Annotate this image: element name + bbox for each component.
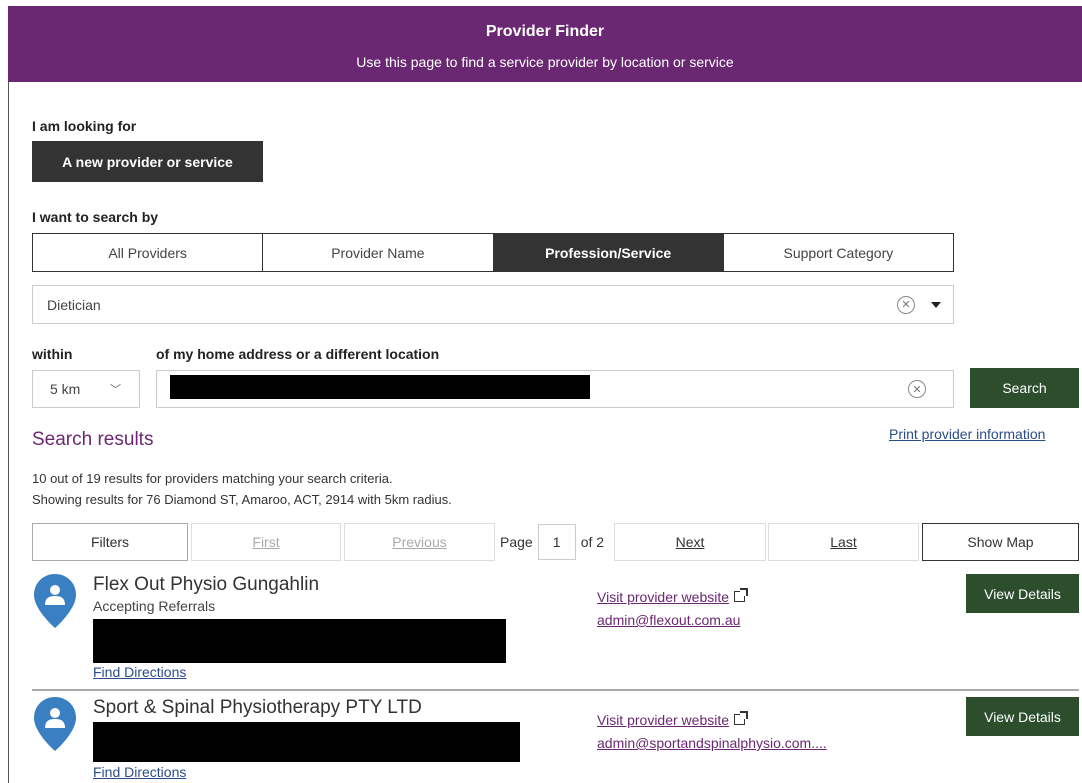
external-link-icon [734,711,749,725]
previous-page-button[interactable]: Previous [344,523,495,561]
referral-status: Accepting Referrals [93,598,216,614]
search-results-heading: Search results [32,429,154,450]
within-label: within [32,346,73,362]
provider-website-link[interactable]: Visit provider website [597,711,749,728]
pagination-bar: Filters First Previous Page 1 of 2 Next … [32,523,1079,561]
page-header: Provider Finder Use this page to find a … [8,6,1082,82]
tab-profession-service[interactable]: Profession/Service [493,234,724,271]
map-pin-person-icon [34,574,76,628]
caret-down-icon[interactable] [931,301,941,308]
provider-email-link[interactable]: admin@flexout.com.au [597,612,740,628]
results-location-summary: Showing results for 76 Diamond ST, Amaro… [32,492,452,507]
provider-email-link[interactable]: admin@sportandspinalphysio.com.... [597,735,827,751]
page-subtitle: Use this page to find a service provider… [356,54,734,70]
external-link-icon [734,588,749,602]
page-title: Provider Finder [485,23,605,40]
page-label: Page [500,534,533,550]
next-page-button[interactable]: Next [614,523,766,561]
chevron-down-icon: ﹀ [110,384,121,396]
find-directions-link[interactable]: Find Directions [93,664,186,680]
result-item: Sport & Spinal Physiotherapy PTY LTD Fin… [32,693,1079,782]
page-number-input[interactable]: 1 [537,524,576,560]
search-by-tabs: All Providers Provider Name Profession/S… [32,233,954,272]
service-select[interactable]: Dietician ✕ [32,285,954,324]
map-pin-person-icon [34,697,76,751]
first-page-button[interactable]: First [191,523,341,561]
website-link-text: Visit provider website [597,589,730,605]
distance-value: 5 km [50,381,81,397]
provider-name: Sport & Spinal Physiotherapy PTY LTD [93,697,422,718]
page-indicator: Page 1 of 2 [500,523,604,561]
result-divider [32,689,1079,691]
clear-icon[interactable]: ✕ [897,295,915,314]
location-label: of my home address or a different locati… [156,346,440,362]
page-total: of 2 [580,534,605,550]
result-item: Flex Out Physio Gungahlin Accepting Refe… [32,570,1079,685]
search-by-label: I want to search by [32,209,159,225]
show-map-button[interactable]: Show Map [922,523,1079,561]
filters-button[interactable]: Filters [32,523,188,561]
last-page-button[interactable]: Last [768,523,919,561]
provider-name: Flex Out Physio Gungahlin [93,574,320,595]
view-details-button[interactable]: View Details [966,697,1079,736]
tab-provider-name[interactable]: Provider Name [263,234,494,271]
redacted-address [170,375,590,399]
tab-support-category[interactable]: Support Category [724,234,953,271]
print-provider-link[interactable]: Print provider information [889,426,1045,442]
redacted-details [93,619,506,663]
search-button[interactable]: Search [970,368,1079,408]
view-details-button[interactable]: View Details [966,574,1079,613]
find-directions-link[interactable]: Find Directions [93,764,186,780]
redacted-details [93,722,520,762]
clear-location-icon[interactable]: ✕ [908,380,926,398]
distance-select[interactable]: 5 km ﹀ [32,370,140,408]
tab-all-providers[interactable]: All Providers [33,234,264,271]
website-link-text: Visit provider website [597,712,730,728]
looking-for-label: I am looking for [32,118,137,134]
service-select-value: Dietician [47,296,101,313]
new-provider-button[interactable]: A new provider or service [32,141,263,182]
location-input[interactable]: ✕ [156,370,954,408]
results-summary: 10 out of 19 results for providers match… [32,471,393,486]
provider-website-link[interactable]: Visit provider website [597,588,749,605]
